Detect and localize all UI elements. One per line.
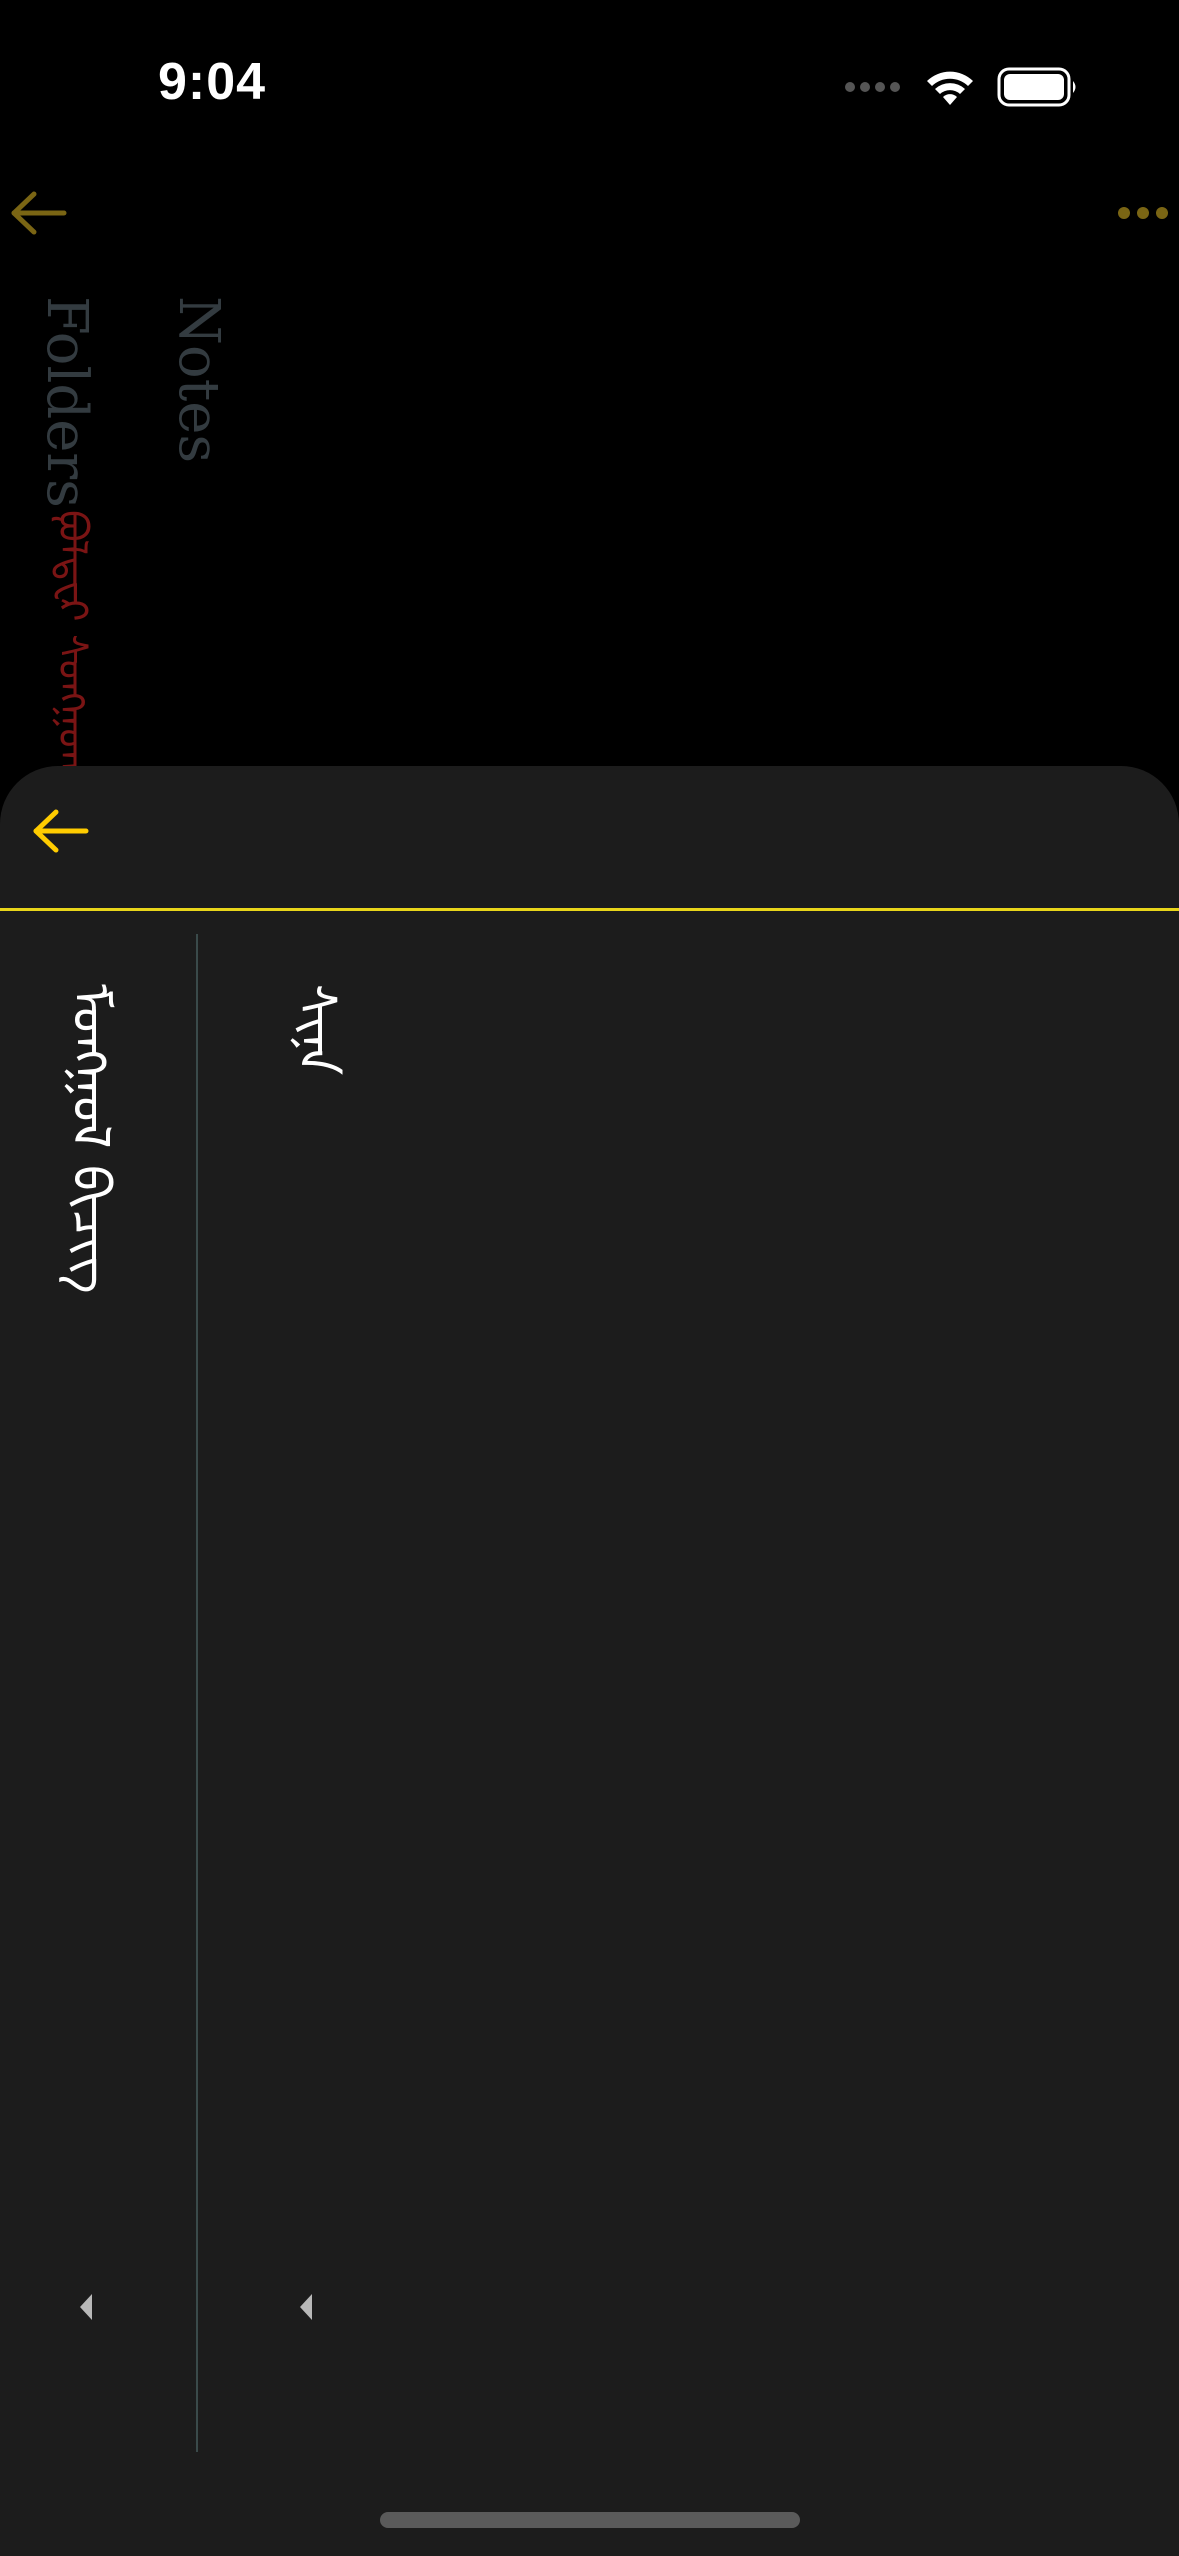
column-separator — [196, 934, 198, 2452]
mongolian-folder-label: ᠹᠣᠯᠳ᠋ᠧᠷ ᠰᠣᠩᠭᠣᠬᠤ — [49, 510, 95, 802]
screen: 9:04 Folders Notes ᠹᠣᠯᠳ᠋ᠧᠷ ᠰᠣᠩᠭᠣᠬᠤ ᠮᠣᠩᠭᠣ… — [0, 0, 1179, 2556]
caret-left-icon[interactable] — [76, 2292, 96, 2322]
bottom-sheet: ᠮᠣᠩᠭᠣᠯ ᠪᠢᠴᠢᠭ ᠰᠢᠨᠡ — [0, 766, 1179, 2556]
column-item-text[interactable]: ᠰᠢᠨᠡ — [286, 984, 346, 1075]
folders-label[interactable]: Folders — [34, 296, 99, 508]
arrow-left-icon[interactable] — [30, 806, 90, 856]
status-time: 9:04 — [158, 53, 267, 111]
home-indicator[interactable] — [380, 2512, 800, 2528]
header-divider — [0, 908, 1179, 911]
column-item-text[interactable]: ᠮᠣᠩᠭᠣᠯ ᠪᠢᠴᠢᠭ — [60, 984, 120, 1294]
battery-icon — [997, 67, 1076, 107]
cellular-signal-icon — [845, 82, 900, 92]
notes-label[interactable]: Notes — [166, 296, 231, 463]
wifi-icon — [927, 71, 973, 105]
arrow-left-icon[interactable] — [8, 188, 68, 238]
ellipsis-icon[interactable] — [1117, 200, 1169, 226]
status-indicators — [843, 62, 1079, 112]
caret-left-icon[interactable] — [296, 2292, 316, 2322]
